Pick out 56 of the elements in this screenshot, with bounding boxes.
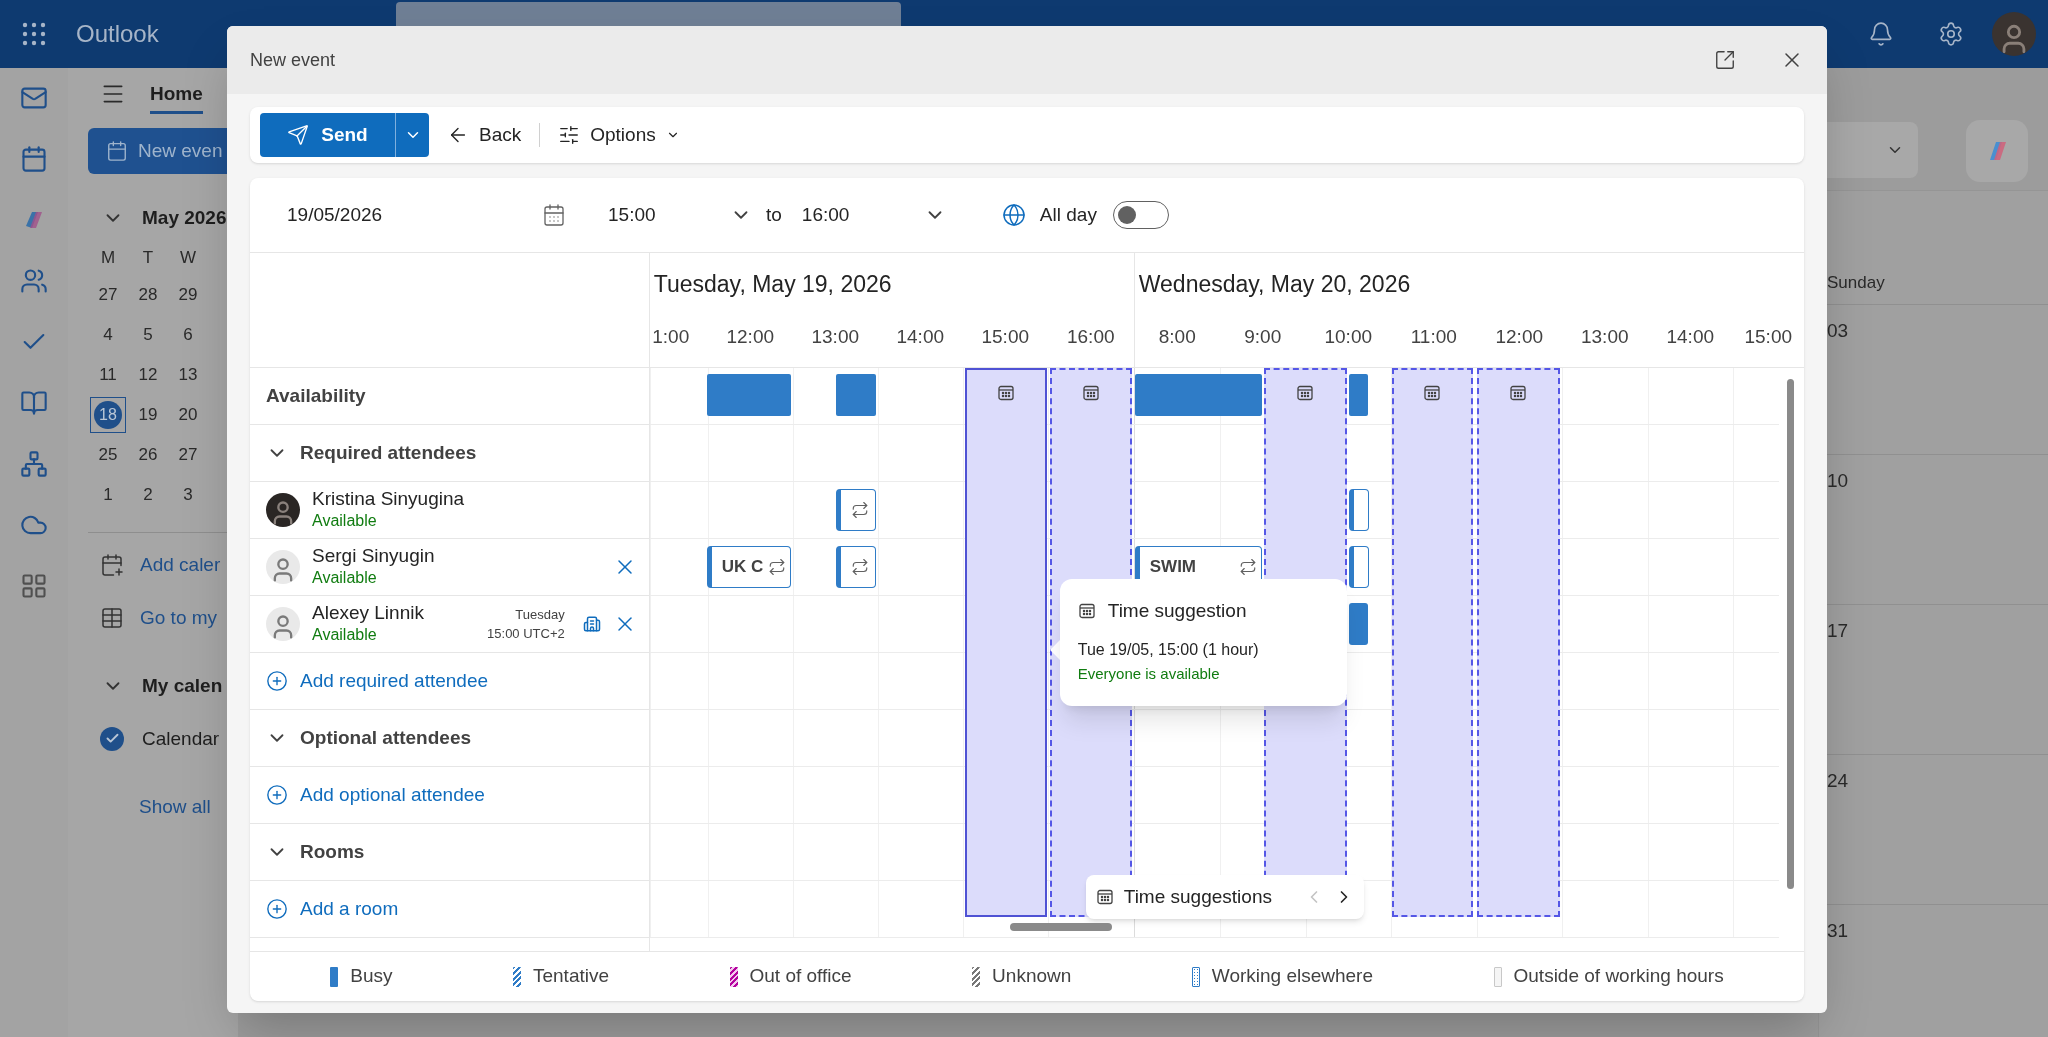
hour-label: 12:00 xyxy=(726,325,774,349)
section-title: Optional attendees xyxy=(300,725,472,750)
availability-label: Availability xyxy=(266,383,366,408)
attendee-status: Available xyxy=(312,568,378,588)
hour-label: 15:00 xyxy=(1744,325,1792,349)
section-title: Rooms xyxy=(300,839,365,864)
hour-label: 1:00 xyxy=(652,325,690,349)
attendee-name: Kristina Sinyugina xyxy=(312,488,465,510)
hour-label: 9:00 xyxy=(1244,325,1282,349)
weekday-header: Sunday xyxy=(1827,271,1885,294)
legend-label: Working elsewhere xyxy=(1211,964,1374,989)
month-date: 24 xyxy=(1827,770,1849,791)
all-day-label: All day xyxy=(1039,202,1097,227)
hour-label: 11:00 xyxy=(1410,325,1457,349)
hour-label: 14:00 xyxy=(1666,325,1714,349)
attendee-status: Available xyxy=(312,625,378,645)
attendee-name: Alexey Linnik xyxy=(312,602,424,624)
legend-label: Unknown xyxy=(992,964,1072,989)
month-date: 31 xyxy=(1827,920,1849,941)
weekday-label: T xyxy=(141,246,155,269)
hour-label: 10:00 xyxy=(1324,325,1372,349)
hour-label: 15:00 xyxy=(981,325,1029,349)
legend-label: Tentative xyxy=(532,964,609,989)
tooltip-title: Time suggestion xyxy=(1107,599,1247,623)
suggestion-time: Tue 19/05, 15:00 (1 hour) xyxy=(1077,639,1260,660)
month-date: 17 xyxy=(1827,620,1849,641)
month-title: May 2026 xyxy=(142,206,227,230)
local-time: 15:00 UTC+2 xyxy=(487,625,565,643)
legend-label: Out of office xyxy=(749,964,852,989)
attendee-name: Sergi Sinyugin xyxy=(312,545,435,567)
local-day: Tuesday xyxy=(515,605,565,624)
time-suggestions-label: Time suggestions xyxy=(1123,884,1272,909)
day-heading: Wednesday, May 20, 2026 xyxy=(1138,270,1411,300)
attendee-status: Available xyxy=(312,511,378,531)
app-name: Outlook xyxy=(76,19,159,49)
hour-label: 13:00 xyxy=(811,325,859,349)
calendar-name: Calendar xyxy=(142,726,220,751)
hour-label: 8:00 xyxy=(1158,325,1196,349)
dialog-title: New event xyxy=(250,48,336,72)
to-label: to xyxy=(766,202,782,227)
hour-label: 14:00 xyxy=(896,325,944,349)
group-title: My calen xyxy=(142,674,223,698)
weekday-label: M xyxy=(99,246,117,269)
day-heading: Tuesday, May 19, 2026 xyxy=(653,270,892,300)
legend-label: Busy xyxy=(350,964,393,989)
legend-label: Outside of working hours xyxy=(1513,964,1724,989)
weekday-label: W xyxy=(178,246,197,269)
hour-label: 13:00 xyxy=(1580,325,1629,349)
hour-label: 16:00 xyxy=(1066,325,1115,349)
availability-note: Everyone is available xyxy=(1077,663,1221,684)
event-title: UK C xyxy=(721,556,764,579)
month-date: 10 xyxy=(1827,470,1849,491)
event-title: SWIM xyxy=(1149,556,1197,579)
month-date: 03 xyxy=(1827,320,1849,341)
section-title: Required attendees xyxy=(300,440,477,465)
hour-label: 12:00 xyxy=(1495,325,1543,349)
